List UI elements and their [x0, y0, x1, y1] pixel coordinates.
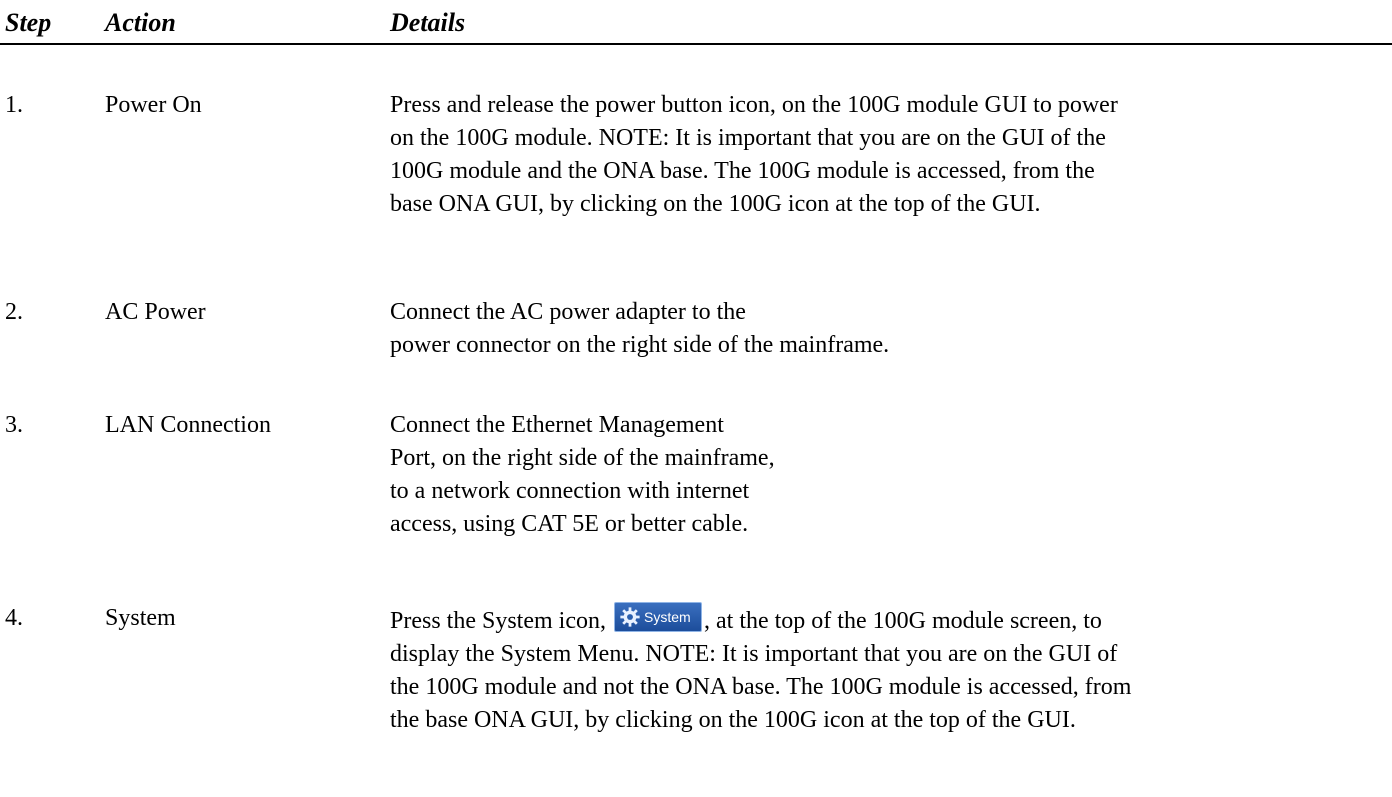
header-action: Action [105, 8, 176, 37]
step-action: System [105, 605, 176, 631]
details-line: Connect the Ethernet Management [390, 412, 724, 438]
details-text: Press the System icon, [390, 608, 606, 634]
details-line: power connector on the right side of the… [390, 332, 890, 358]
details-line: Press the System icon, System , at the to… [390, 602, 1365, 638]
details-line: Connect the AC power adapter to the [390, 299, 746, 325]
header-details: Details [390, 8, 466, 37]
step-action: LAN Connection [105, 412, 271, 438]
step-details: Press and release the power button icon,… [390, 89, 1365, 221]
system-icon-label: System [644, 609, 691, 625]
details-line: access, using CAT 5E or better cable. [390, 511, 749, 537]
details-line: Port, on the right side of the mainframe… [390, 445, 775, 471]
details-line: display the System Menu. NOTE: It is imp… [390, 641, 1118, 667]
step-number: 2. [5, 299, 23, 325]
details-line: 100G module and the ONA base. The 100G m… [390, 158, 1095, 184]
details-line: Press and release the power button icon,… [390, 92, 1118, 118]
step-details: Connect the Ethernet Management Port, on… [390, 409, 1365, 541]
step-number: 1. [5, 92, 23, 118]
details-text: , at the top of the 100G module screen, … [704, 608, 1102, 634]
table-header: Step Action Details [0, 0, 1392, 45]
step-action: Power On [105, 92, 202, 118]
details-line: on the 100G module. NOTE: It is importan… [390, 125, 1106, 151]
header-step: Step [5, 8, 52, 37]
gear-icon [620, 607, 640, 627]
details-line: to a network connection with internet [390, 478, 750, 504]
details-line: base ONA GUI, by clicking on the 100G ic… [390, 191, 1041, 217]
step-details: Press the System icon, System , at the to… [390, 602, 1365, 737]
step-number: 4. [5, 605, 23, 631]
details-line: the base ONA GUI, by clicking on the 100… [390, 707, 1076, 733]
step-action: AC Power [105, 299, 206, 325]
step-details: Connect the AC power adapter to the powe… [390, 296, 1365, 362]
details-line: the 100G module and not the ONA base. Th… [390, 674, 1132, 700]
system-button-image: System [614, 602, 702, 632]
step-number: 3. [5, 412, 23, 438]
